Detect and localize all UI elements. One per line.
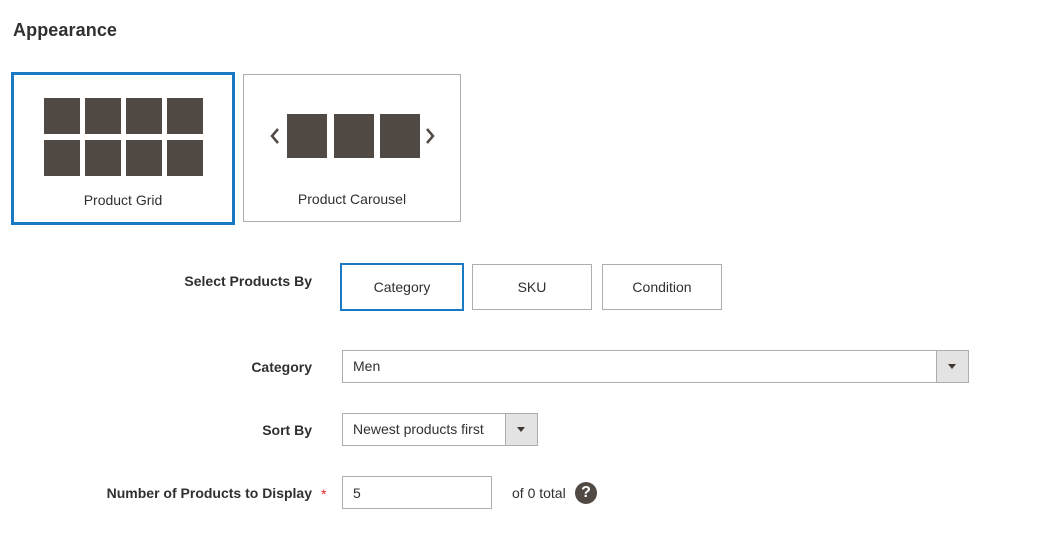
grid-icon-cell	[44, 98, 80, 134]
chevron-down-icon[interactable]	[936, 351, 968, 382]
select-by-category-button[interactable]: Category	[340, 263, 464, 311]
select-products-by-label: Select Products By	[184, 273, 312, 289]
grid-icon-cell	[85, 98, 121, 134]
appearance-option-label: Product Grid	[83, 192, 163, 208]
section-title: Appearance	[13, 20, 118, 40]
grid-icon-cell	[167, 140, 203, 176]
required-indicator: *	[321, 486, 327, 502]
grid-icon-cell	[167, 98, 203, 134]
sort-by-label: Sort By	[262, 422, 312, 438]
chevron-down-icon[interactable]	[505, 414, 537, 445]
select-by-sku-button[interactable]: SKU	[472, 264, 592, 310]
sort-by-select[interactable]: Newest products first	[342, 413, 538, 446]
grid-icon-cell	[85, 140, 121, 176]
carousel-icon-cell	[380, 114, 420, 158]
select-by-condition-button[interactable]: Condition	[602, 264, 722, 310]
grid-icon-cell	[44, 140, 80, 176]
category-label: Category	[251, 359, 312, 375]
products-total-text: of 0 total	[512, 485, 566, 501]
grid-icon-cell	[126, 98, 162, 134]
carousel-icon-cell	[287, 114, 327, 158]
category-select[interactable]: Men	[342, 350, 969, 383]
grid-icon	[44, 98, 203, 176]
chevron-left-icon	[270, 128, 279, 144]
carousel-icon-cell	[334, 114, 374, 158]
chevron-right-icon	[426, 128, 435, 144]
products-count-input[interactable]	[342, 476, 492, 509]
carousel-icon	[270, 114, 435, 158]
category-select-value: Men	[353, 358, 381, 374]
sort-by-select-value: Newest products first	[353, 421, 484, 437]
appearance-option-label: Product Carousel	[297, 191, 407, 207]
grid-icon-cell	[126, 140, 162, 176]
help-icon[interactable]: ?	[575, 482, 597, 504]
products-count-label: Number of Products to Display	[106, 485, 312, 501]
appearance-option-product-carousel[interactable]: Product Carousel	[243, 74, 461, 222]
appearance-option-product-grid[interactable]: Product Grid	[11, 72, 235, 225]
